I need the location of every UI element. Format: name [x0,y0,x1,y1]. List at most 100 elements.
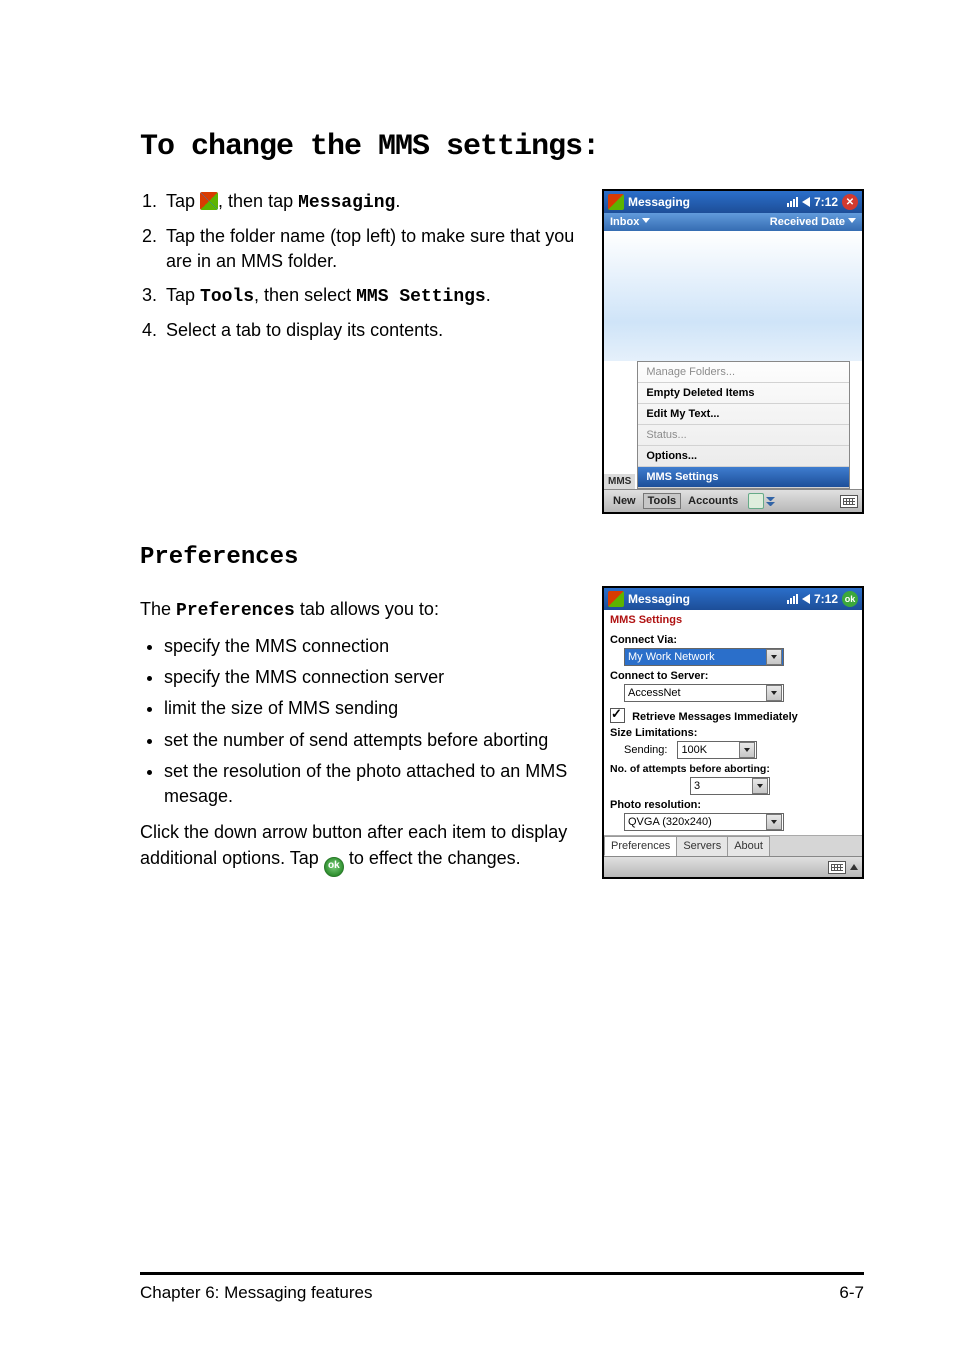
p2-title: Messaging [628,592,690,606]
menu-status[interactable]: Status... [638,425,849,446]
btn-accounts[interactable]: Accounts [683,493,743,509]
phone-screenshot-1: Messaging 7:12 ✕ Inbox Received Date MMS [602,189,864,514]
step-1-strong: Messaging [298,193,395,213]
prefs-outro: Click the down arrow button after each i… [140,819,587,876]
prefs-intro-a: The [140,599,176,619]
sending-select[interactable]: 100K [677,741,757,759]
p1-list-header: Inbox Received Date [604,213,862,231]
attempts-label: No. of attempts before aborting: [610,763,856,775]
p1-side-tab[interactable]: MMS [604,474,635,489]
footer-right: 6-7 [839,1283,864,1303]
prefs-intro: The Preferences tab allows you to: [140,596,587,624]
p1-tools-menu: Manage Folders... Empty Deleted Items Ed… [637,361,850,489]
chevron-down-icon [642,218,650,223]
menu-empty-deleted[interactable]: Empty Deleted Items [638,383,849,404]
step-1-text-d: . [395,191,400,211]
prefs-bullets: specify the MMS connection specify the M… [140,634,587,809]
p1-message-list [604,231,862,361]
attempts-value: 3 [694,780,700,792]
connect-via-value: My Work Network [628,651,715,663]
sending-value: 100K [681,744,707,756]
menu-manage-folders[interactable]: Manage Folders... [638,362,849,383]
tab-servers[interactable]: Servers [676,836,728,856]
photo-res-value: QVGA (320x240) [628,816,712,828]
close-icon[interactable]: ✕ [842,194,858,210]
connect-via-label: Connect Via: [610,634,856,646]
step-2: Tap the folder name (top left) to make s… [162,224,587,274]
p1-inbox-dropdown[interactable]: Inbox [610,216,650,228]
chevron-down-icon [766,814,782,830]
tab-about[interactable]: About [727,836,770,856]
bullet-3: limit the size of MMS sending [164,696,587,721]
footer-left: Chapter 6: Messaging features [140,1283,372,1303]
p2-bottombar [604,856,862,877]
service-icon[interactable] [748,493,764,509]
step-4: Select a tab to display its contents. [162,318,587,343]
keyboard-icon[interactable] [828,861,846,874]
step-3-text-a: Tap [166,285,200,305]
send-receive-icon[interactable] [766,497,775,506]
step-3-strong-tools: Tools [200,287,254,307]
connect-server-value: AccessNet [628,687,681,699]
menu-mms-settings[interactable]: MMS Settings [638,467,849,488]
connect-via-select[interactable]: My Work Network [624,648,784,666]
page-footer: Chapter 6: Messaging features 6-7 [140,1272,864,1303]
step-3-text-e: . [486,285,491,305]
prefs-outro-b: to effect the changes. [344,848,521,868]
step-3-text-c: , then select [254,285,356,305]
phone-screenshot-2: Messaging 7:12 ok MMS Settings Connect V… [602,586,864,879]
bullet-2: specify the MMS connection server [164,665,587,690]
chevron-down-icon [848,218,856,223]
start-flag-icon [200,192,218,210]
preferences-title: Preferences [140,544,864,571]
section-title: To change the MMS settings: [140,130,864,164]
ok-icon: ok [324,857,344,877]
step-1-text-b: , then tap [218,191,298,211]
signal-icon [787,594,798,604]
prefs-intro-b: Preferences [176,601,295,621]
ok-icon[interactable]: ok [842,591,858,607]
chevron-down-icon [766,685,782,701]
start-flag-icon[interactable] [608,194,624,210]
chevron-down-icon [752,778,768,794]
steps-list: Tap , then tap Messaging. Tap the folder… [140,189,587,343]
btn-new[interactable]: New [608,493,641,509]
step-1-text-a: Tap [166,191,200,211]
retrieve-label: Retrieve Messages Immediately [632,711,798,723]
p1-titlebar: Messaging 7:12 ✕ [604,191,862,213]
bullet-1: specify the MMS connection [164,634,587,659]
p2-tabs: Preferences Servers About [604,835,862,856]
chevron-up-icon[interactable] [850,864,858,870]
tab-preferences[interactable]: Preferences [604,836,677,856]
connect-server-select[interactable]: AccessNet [624,684,784,702]
menu-options[interactable]: Options... [638,446,849,467]
speaker-icon [802,594,810,604]
chevron-down-icon [739,742,755,758]
speaker-icon [802,197,810,207]
signal-icon [787,197,798,207]
p1-inbox-label: Inbox [610,216,639,228]
p2-clock: 7:12 [814,592,838,606]
step-3-strong-mms: MMS Settings [356,287,486,307]
bullet-4: set the number of send attempts before a… [164,728,587,753]
p1-received-label: Received Date [770,216,845,228]
bullet-5: set the resolution of the photo attached… [164,759,587,809]
menu-edit-my-text[interactable]: Edit My Text... [638,404,849,425]
chevron-down-icon [766,649,782,665]
p1-received-dropdown[interactable]: Received Date [770,216,856,228]
sending-label: Sending: [624,744,667,756]
p2-titlebar: Messaging 7:12 ok [604,588,862,610]
retrieve-checkbox[interactable] [610,708,625,723]
step-1: Tap , then tap Messaging. [162,189,587,216]
start-flag-icon[interactable] [608,591,624,607]
photo-res-select[interactable]: QVGA (320x240) [624,813,784,831]
prefs-intro-c: tab allows you to: [295,599,439,619]
p2-heading: MMS Settings [604,610,862,630]
p1-title: Messaging [628,195,690,209]
keyboard-icon[interactable] [840,495,858,508]
attempts-select[interactable]: 3 [690,777,770,795]
step-3: Tap Tools, then select MMS Settings. [162,283,587,310]
btn-tools[interactable]: Tools [643,493,682,509]
p1-bottombar: New Tools Accounts [604,489,862,512]
connect-server-label: Connect to Server: [610,670,856,682]
